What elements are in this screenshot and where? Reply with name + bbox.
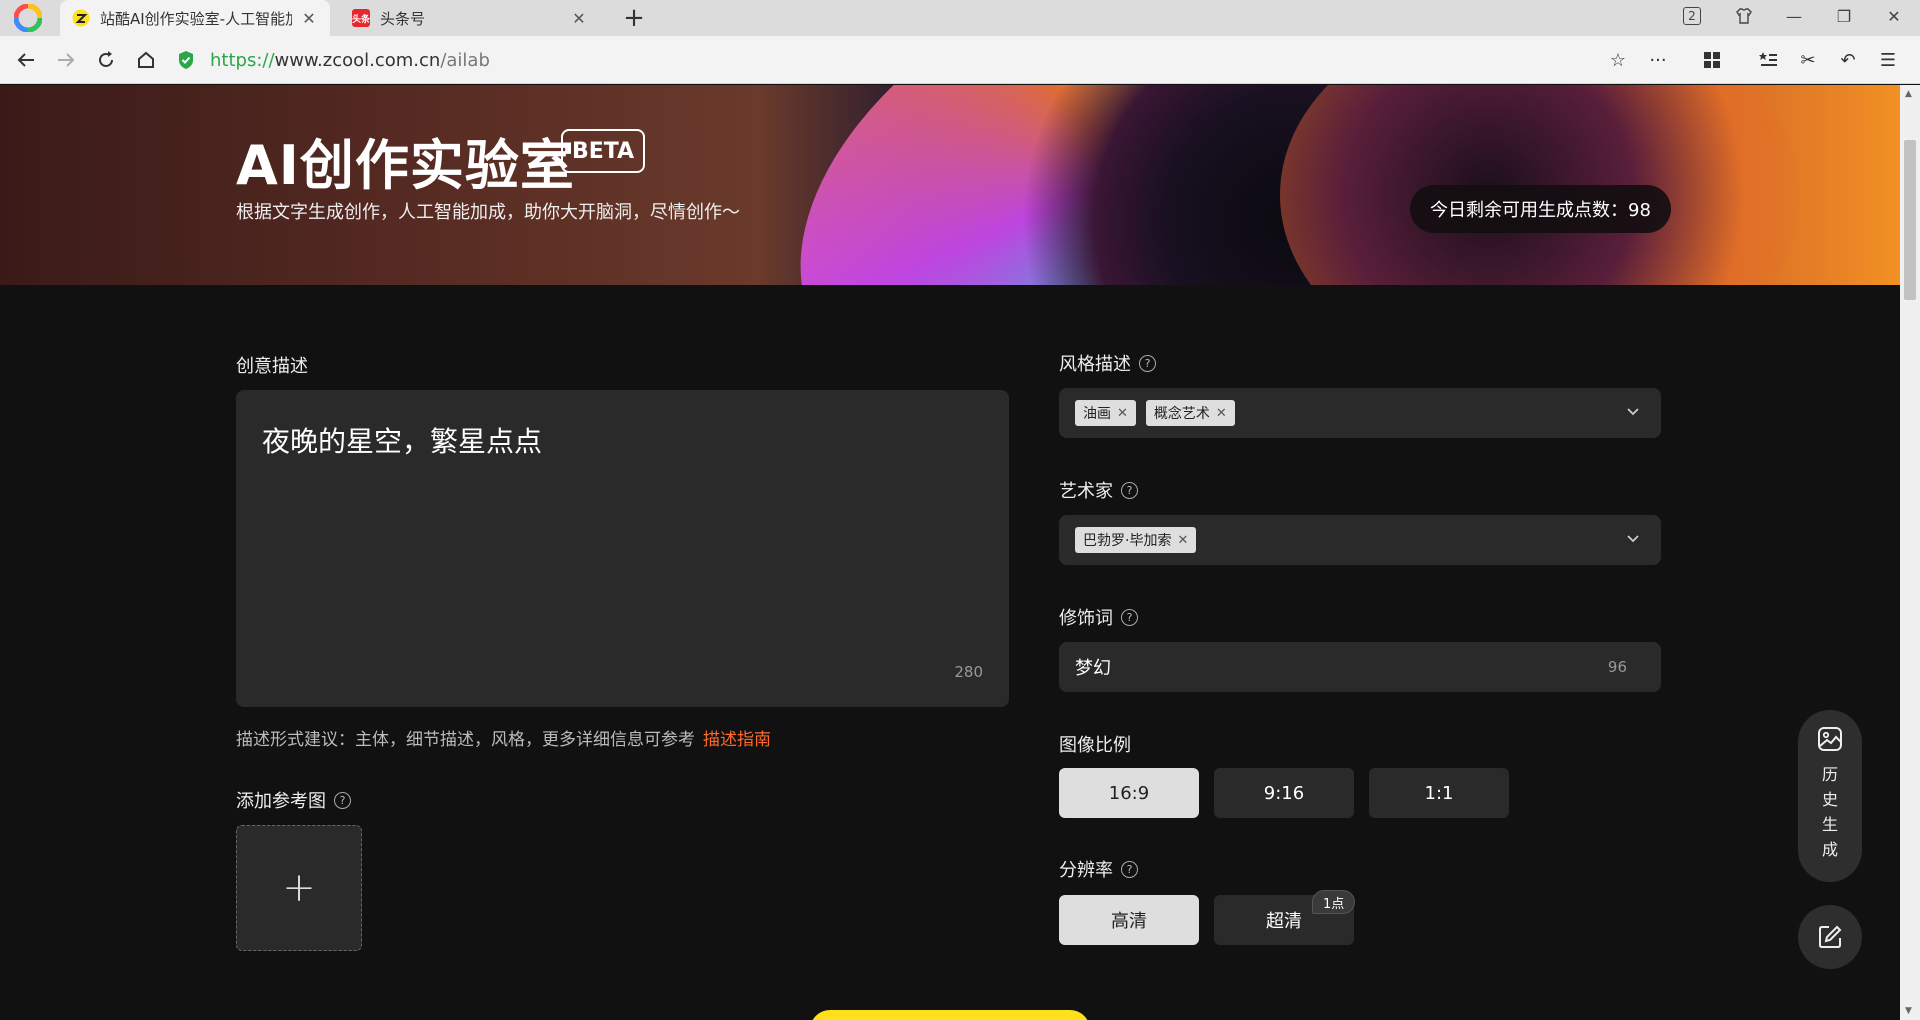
description-label: 创意描述 — [236, 356, 308, 377]
new-tab-button[interactable]: + — [618, 2, 650, 34]
scrollbar-thumb[interactable] — [1904, 140, 1916, 300]
close-window-button[interactable]: ✕ — [1874, 0, 1914, 32]
description-hint: 描述形式建议：主体，细节描述，风格，更多详细信息可参考 描述指南 — [236, 730, 771, 750]
address-bar: https://www.zcool.com.cn/ailab ☆ ··· ✂ ↶… — [0, 36, 1920, 84]
beta-badge: BETA — [561, 129, 645, 173]
tab-label: 站酷AI创作实验室-人工智能加 — [100, 9, 292, 28]
scroll-up-icon[interactable]: ▲ — [1905, 89, 1912, 99]
bookmark-star-icon[interactable]: ☆ — [1602, 44, 1634, 76]
apps-grid-icon[interactable] — [1696, 44, 1728, 76]
screenshot-scissors-icon[interactable]: ✂ — [1792, 44, 1824, 76]
history-label: 历 史 生 成 — [1821, 765, 1838, 859]
help-icon[interactable]: ? — [1121, 481, 1138, 499]
modifier-char-count: 96 — [1607, 658, 1627, 676]
favorites-list-icon[interactable] — [1752, 44, 1784, 76]
modifier-value[interactable]: 梦幻 — [1075, 654, 1111, 680]
add-reference-image-button[interactable]: + — [236, 825, 362, 951]
ratio-1-1-button[interactable]: 1:1 — [1369, 768, 1509, 818]
tab-close-icon[interactable]: ✕ — [300, 9, 318, 28]
resolution-label: 分辨率? — [1059, 856, 1138, 882]
style-tag[interactable]: 概念艺术 ✕ — [1145, 400, 1235, 426]
minimize-button[interactable]: — — [1774, 0, 1814, 32]
description-char-count: 280 — [954, 663, 983, 681]
remove-tag-icon[interactable]: ✕ — [1216, 406, 1227, 421]
url-text: https://www.zcool.com.cn/ailab — [210, 49, 490, 71]
tab-count-button[interactable]: 2 — [1672, 0, 1712, 32]
description-value[interactable]: 夜晚的星空，繁星点点 — [262, 420, 542, 460]
reload-icon[interactable] — [90, 44, 122, 76]
ratio-label: 图像比例 — [1059, 735, 1131, 756]
skin-icon[interactable] — [1724, 0, 1764, 32]
browser-tab-bar: 站酷AI创作实验室-人工智能加 ✕ 头条 头条号 ✕ + 2 — ❐ ✕ — [0, 0, 1920, 36]
plus-icon: + — [282, 865, 316, 911]
help-icon[interactable]: ? — [1121, 608, 1138, 626]
tab-label: 头条号 — [380, 9, 426, 28]
artist-tag[interactable]: 巴勃罗·毕加索 ✕ — [1075, 527, 1197, 553]
hero-banner: AI创作实验室 BETA 根据文字生成创作，人工智能加成，助你大开脑洞，尽情创作… — [0, 85, 1900, 285]
chevron-down-icon[interactable] — [1625, 530, 1641, 546]
tab-toutiao[interactable]: 头条 头条号 ✕ — [340, 0, 600, 36]
style-tag[interactable]: 油画 ✕ — [1075, 400, 1136, 426]
back-icon[interactable] — [10, 44, 42, 76]
secure-shield-icon — [179, 51, 193, 69]
chevron-down-icon[interactable] — [1625, 403, 1641, 419]
reference-label: 添加参考图? — [236, 787, 351, 813]
remaining-credits: 今日剩余可用生成点数：98 — [1410, 185, 1671, 233]
help-icon[interactable]: ? — [334, 791, 351, 809]
history-button[interactable]: 历 史 生 成 — [1798, 710, 1862, 882]
generate-button[interactable] — [810, 1010, 1090, 1020]
style-select[interactable]: 油画 ✕ 概念艺术 ✕ — [1059, 388, 1661, 438]
modifier-label: 修饰词? — [1059, 604, 1138, 630]
ratio-16-9-button[interactable]: 16:9 — [1059, 768, 1199, 818]
cost-badge: 1点 — [1312, 890, 1356, 914]
image-history-icon — [1818, 727, 1842, 751]
url-field[interactable]: https://www.zcool.com.cn/ailab — [176, 43, 1636, 77]
tab-count-icon: 2 — [1683, 7, 1701, 25]
remove-tag-icon[interactable]: ✕ — [1177, 533, 1188, 548]
more-options-icon[interactable]: ··· — [1642, 44, 1674, 76]
modifier-input[interactable]: 梦幻 96 — [1059, 642, 1661, 692]
description-guide-link[interactable]: 描述指南 — [703, 730, 771, 750]
feedback-button[interactable] — [1798, 905, 1862, 969]
artist-select[interactable]: 巴勃罗·毕加索 ✕ — [1059, 515, 1661, 565]
toutiao-favicon-icon: 头条 — [352, 9, 370, 27]
menu-icon[interactable]: ☰ — [1872, 44, 1904, 76]
resolution-hd-button[interactable]: 高清 — [1059, 895, 1199, 945]
page-scrollbar[interactable]: ▲ ▼ — [1900, 85, 1920, 1020]
forward-icon[interactable] — [50, 44, 82, 76]
help-icon[interactable]: ? — [1139, 354, 1156, 372]
scroll-down-icon[interactable]: ▼ — [1905, 1006, 1912, 1016]
browser-logo-icon[interactable] — [12, 4, 44, 32]
style-label: 风格描述? — [1059, 350, 1156, 376]
ratio-9-16-button[interactable]: 9:16 — [1214, 768, 1354, 818]
tab-zcool-ailab[interactable]: 站酷AI创作实验室-人工智能加 ✕ — [60, 0, 330, 36]
help-icon[interactable]: ? — [1121, 860, 1138, 878]
undo-icon[interactable]: ↶ — [1832, 44, 1864, 76]
page-content: AI创作实验室 BETA 根据文字生成创作，人工智能加成，助你大开脑洞，尽情创作… — [0, 85, 1900, 1020]
restore-button[interactable]: ❐ — [1824, 0, 1864, 32]
artist-label: 艺术家? — [1059, 477, 1138, 503]
remove-tag-icon[interactable]: ✕ — [1117, 406, 1128, 421]
page-subtitle: 根据文字生成创作，人工智能加成，助你大开脑洞，尽情创作～ — [236, 202, 740, 223]
tab-close-icon[interactable]: ✕ — [570, 9, 588, 28]
edit-icon — [1819, 925, 1842, 948]
zcool-favicon-icon — [72, 9, 90, 27]
page-title: AI创作实验室 — [236, 134, 575, 197]
home-icon[interactable] — [130, 44, 162, 76]
description-textarea[interactable]: 夜晚的星空，繁星点点 280 — [236, 390, 1009, 707]
